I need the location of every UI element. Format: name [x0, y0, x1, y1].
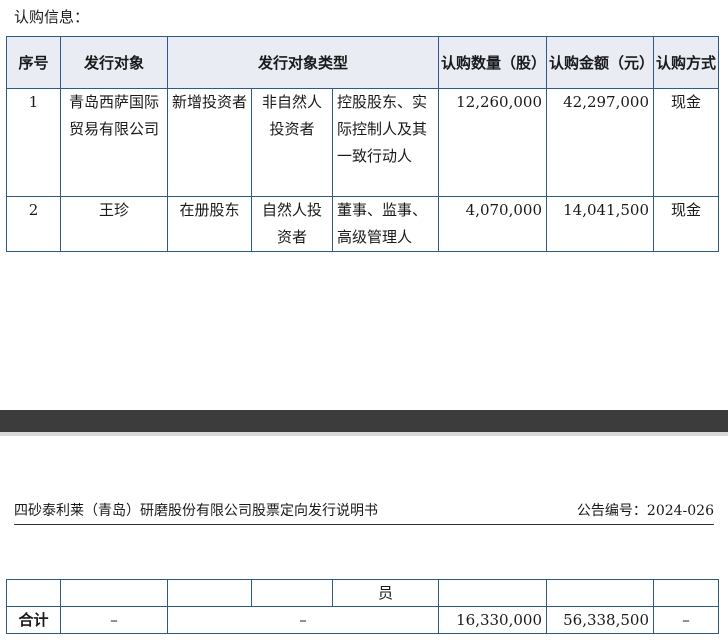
row-method: 现金 — [653, 196, 719, 252]
row-type1: 新增投资者 — [167, 88, 252, 197]
page-break-band — [0, 410, 728, 432]
table-row: 员 — [6, 579, 719, 607]
page-break-shadow — [0, 432, 728, 436]
row-qty: 12,260,000 — [438, 88, 547, 197]
header-seq: 序号 — [6, 36, 61, 89]
subscription-table: 序号 发行对象 发行对象类型 认购数量（股） 认购金额（元） 认购方式 1 青岛… — [6, 36, 719, 252]
row-amount: 42,297,000 — [546, 88, 654, 197]
header-type: 发行对象类型 — [167, 36, 439, 89]
row-type3: 控股股东、实际控制人及其一致行动人 — [332, 88, 439, 197]
header-amount: 认购金额（元） — [546, 36, 654, 89]
row-method: 现金 — [653, 88, 719, 197]
row-target: 王珍 — [60, 196, 168, 252]
total-type-dash: – — [167, 606, 439, 634]
row-type3: 董事、监事、高级管理人 — [332, 196, 439, 252]
page-header: 四砂泰利莱（青岛）研磨股份有限公司股票定向发行说明书 公告编号：2024-026 — [14, 500, 714, 520]
header-method: 认购方式 — [653, 36, 719, 89]
table-row: 2 王珍 在册股东 自然人投资者 董事、监事、高级管理人 4,070,000 1… — [6, 196, 719, 252]
total-row: 合计 – – 16,330,000 56,338,500 – — [6, 606, 719, 634]
total-method-dash: – — [653, 606, 719, 634]
row-seq: 2 — [6, 196, 61, 252]
row-qty: 4,070,000 — [438, 196, 547, 252]
row-amount: 14,041,500 — [546, 196, 654, 252]
total-target-dash: – — [60, 606, 168, 634]
total-qty: 16,330,000 — [438, 606, 547, 634]
document-title: 四砂泰利莱（青岛）研磨股份有限公司股票定向发行说明书 — [14, 503, 378, 519]
row-seq: 1 — [6, 88, 61, 197]
row-type1: 在册股东 — [167, 196, 252, 252]
subscription-table-continued: 员 合计 – – 16,330,000 56,338,500 – — [6, 579, 719, 634]
announcement-number: 公告编号：2024-026 — [576, 503, 714, 519]
header-divider — [14, 524, 714, 525]
row-target: 青岛西萨国际贸易有限公司 — [60, 88, 168, 197]
total-amount: 56,338,500 — [546, 606, 654, 634]
header-qty: 认购数量（股） — [438, 36, 547, 89]
intro-label: 认购信息： — [14, 8, 90, 26]
row-type2: 非自然人投资者 — [251, 88, 333, 197]
carry-over-text: 员 — [332, 579, 439, 607]
table-row: 1 青岛西萨国际贸易有限公司 新增投资者 非自然人投资者 控股股东、实际控制人及… — [6, 88, 719, 197]
header-target: 发行对象 — [60, 36, 168, 89]
row-type2: 自然人投资者 — [251, 196, 333, 252]
total-label: 合计 — [6, 606, 61, 634]
